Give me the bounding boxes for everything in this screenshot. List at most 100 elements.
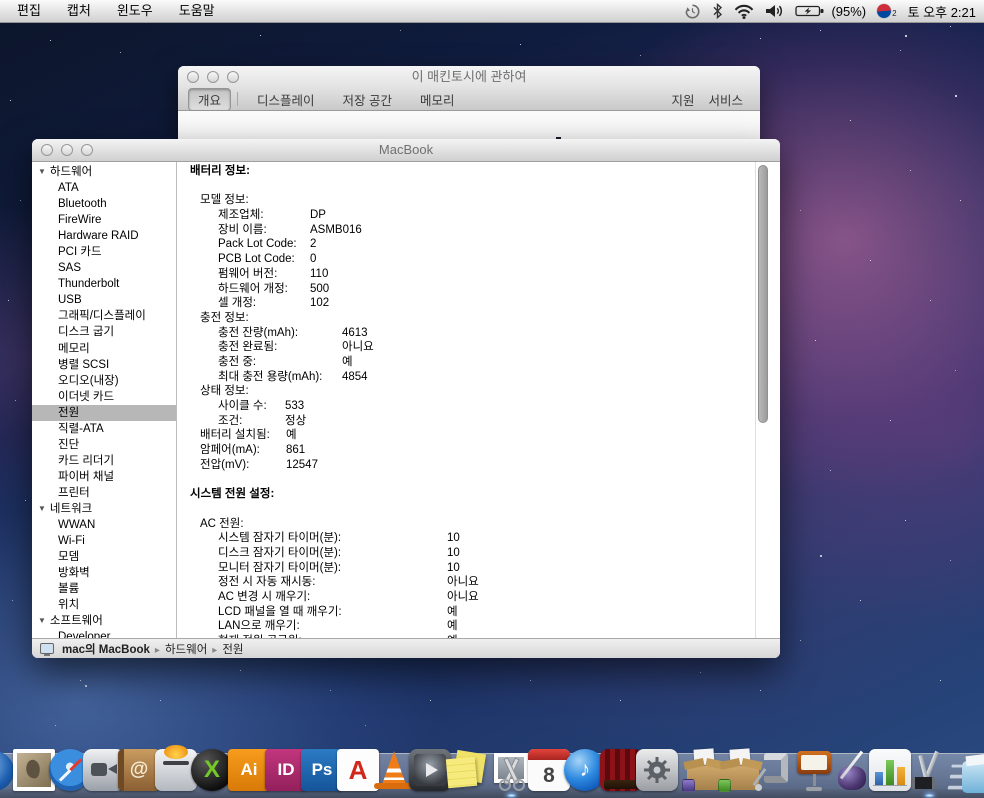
sidebar-item-이더넷 카드[interactable]: 이더넷 카드 [32,389,176,405]
info-line: 충전 정보: [185,311,780,326]
tab-displays[interactable]: 디스플레이 [248,89,324,110]
time-machine-icon[interactable] [684,3,701,20]
sidebar-item-Thunderbolt[interactable]: Thunderbolt [32,276,176,292]
sidebar-item-모뎀[interactable]: 모뎀 [32,549,176,565]
sidebar-item-프린터[interactable]: 프린터 [32,485,176,501]
sidebar-item-위치[interactable]: 위치 [32,597,176,613]
scrollbar-thumb[interactable] [758,165,768,423]
sidebar-item-진단[interactable]: 진단 [32,437,176,453]
battery-charging-icon[interactable] [795,4,824,18]
breadcrumb-item[interactable]: 전원 [222,644,243,656]
path-bar-crumbs: mac의 MacBook▸하드웨어▸전원 [60,641,245,657]
sidebar-item-방화벽[interactable]: 방화벽 [32,565,176,581]
battery-percent[interactable]: (95%) [831,4,866,19]
menu-item-3[interactable]: 도움말 [166,0,228,22]
sidebar-item-직렬-ATA[interactable]: 직렬-ATA [32,421,176,437]
sidebar-item-볼륨[interactable]: 볼륨 [32,581,176,597]
stickies-icon[interactable] [445,749,487,791]
sidebar-item-Developer[interactable]: Developer [32,629,176,638]
sidebar-item-전원[interactable]: 전원 [32,405,176,421]
info-line: 정전 시 자동 재시동:아니요 [185,575,780,590]
info-line: 충전 잔량(mAh):4613 [185,326,780,341]
minimize-button[interactable] [207,71,219,83]
sysinfo-titlebar[interactable]: MacBook [32,139,780,162]
menu-item-0[interactable]: 편집 [4,0,54,22]
sidebar-item-카드 리더기[interactable]: 카드 리더기 [32,453,176,469]
tab-memory[interactable]: 메모리 [411,89,464,110]
info-line: 배터리 설치됨:예 [185,428,780,443]
sidebar-item-하드웨어[interactable]: ▼하드웨어 [32,164,176,180]
menu-bar-clock[interactable]: 토 오후 2:21 [908,2,976,21]
breadcrumb-item[interactable]: mac의 MacBook [62,644,150,656]
dock-partial-document-icon[interactable] [962,761,984,793]
info-line: PCB Lot Code:0 [185,252,780,267]
sidebar-item-WWAN[interactable]: WWAN [32,517,176,533]
info-line: 충전 완료됨:아니요 [185,340,780,355]
sidebar-item-오디오(내장)[interactable]: 오디오(내장) [32,373,176,389]
disclosure-triangle-icon[interactable]: ▼ [38,504,46,513]
system-information-icon[interactable] [908,749,950,791]
tab-storage[interactable]: 저장 공간 [334,89,401,110]
disclosure-triangle-icon[interactable]: ▼ [38,167,46,176]
info-line: 조건:정상 [185,414,780,429]
green-x-app-icon[interactable]: X [191,749,233,791]
calendar-day-glyph: 8 [543,761,555,791]
volume-icon[interactable] [765,4,784,18]
menu-item-2[interactable]: 윈도우 [104,0,166,22]
address-book-icon[interactable]: @ [118,749,160,791]
info-line: 장비 이름:ASMB016 [185,223,780,238]
breadcrumb-item[interactable]: 하드웨어 [165,644,207,656]
sidebar-item-ATA[interactable]: ATA [32,180,176,196]
close-button[interactable] [187,71,199,83]
sidebar-item-그래픽/디스플레이[interactable]: 그래픽/디스플레이 [32,308,176,324]
sidebar-item-파이버 채널[interactable]: 파이버 채널 [32,469,176,485]
sidebar-item-소프트웨어[interactable]: ▼소프트웨어 [32,613,176,629]
disclosure-triangle-icon[interactable]: ▼ [38,616,46,625]
about-window-titlebar[interactable]: 이 매킨토시에 관하여 [178,66,760,88]
info-line: AC 전원: [185,517,780,532]
tab-overview[interactable]: 개요 [188,88,231,111]
menu-bar: 편집캡처윈도우도움말 (95%) 2 토 오후 2:21 [0,0,984,23]
info-line: 최대 충전 용량(mAh):4854 [185,370,780,385]
support-link[interactable]: 지원 [664,90,701,109]
sidebar-item-Hardware RAID[interactable]: Hardware RAID [32,228,176,244]
info-line: 제조업체:DP [185,208,780,223]
about-this-mac-window: 이 매킨토시에 관하여 개요 디스플레이 저장 공간 메모리 지원 서비스 [178,66,760,146]
clamp-utility-icon[interactable] [756,749,798,791]
menu-item-1[interactable]: 캡처 [54,0,104,22]
sidebar-item-Wi-Fi[interactable]: Wi-Fi [32,533,176,549]
minimize-button[interactable] [61,144,73,156]
breadcrumb-separator: ▸ [155,645,160,656]
numbers-icon[interactable] [869,749,911,791]
blank-line [185,502,780,517]
zoom-button[interactable] [81,144,93,156]
computer-icon [40,643,54,654]
sidebar-item-PCI 카드[interactable]: PCI 카드 [32,244,176,260]
sidebar-item-디스크 굽기[interactable]: 디스크 굽기 [32,324,176,340]
sidebar-item-USB[interactable]: USB [32,292,176,308]
wifi-icon[interactable] [734,4,754,19]
blank-line [185,472,780,487]
service-link[interactable]: 서비스 [701,90,750,109]
ps-glyph: Ps [312,760,333,780]
keynote-icon[interactable] [793,749,835,791]
vertical-scrollbar[interactable] [755,162,771,638]
dock: @ X Ai ID Ps A 8 ♪ [0,745,984,798]
close-button[interactable] [41,144,53,156]
system-preferences-icon[interactable] [636,749,678,791]
sidebar-item-메모리[interactable]: 메모리 [32,341,176,357]
pages-icon[interactable] [831,749,873,791]
sidebar-item-Bluetooth[interactable]: Bluetooth [32,196,176,212]
zoom-button[interactable] [227,71,239,83]
grab-icon[interactable] [490,749,532,791]
sidebar-item-SAS[interactable]: SAS [32,260,176,276]
input-source-flag-icon[interactable]: 2 [877,4,896,18]
sidebar-item-네트워크[interactable]: ▼네트워크 [32,501,176,517]
info-line: 배터리 정보: [185,164,780,179]
bluetooth-icon[interactable] [712,3,723,19]
info-line: Pack Lot Code:2 [185,237,780,252]
info-line: 하드웨어 개정:500 [185,282,780,297]
sidebar-item-병렬 SCSI[interactable]: 병렬 SCSI [32,357,176,373]
sidebar-item-FireWire[interactable]: FireWire [32,212,176,228]
illustrator-icon[interactable]: Ai [228,749,270,791]
